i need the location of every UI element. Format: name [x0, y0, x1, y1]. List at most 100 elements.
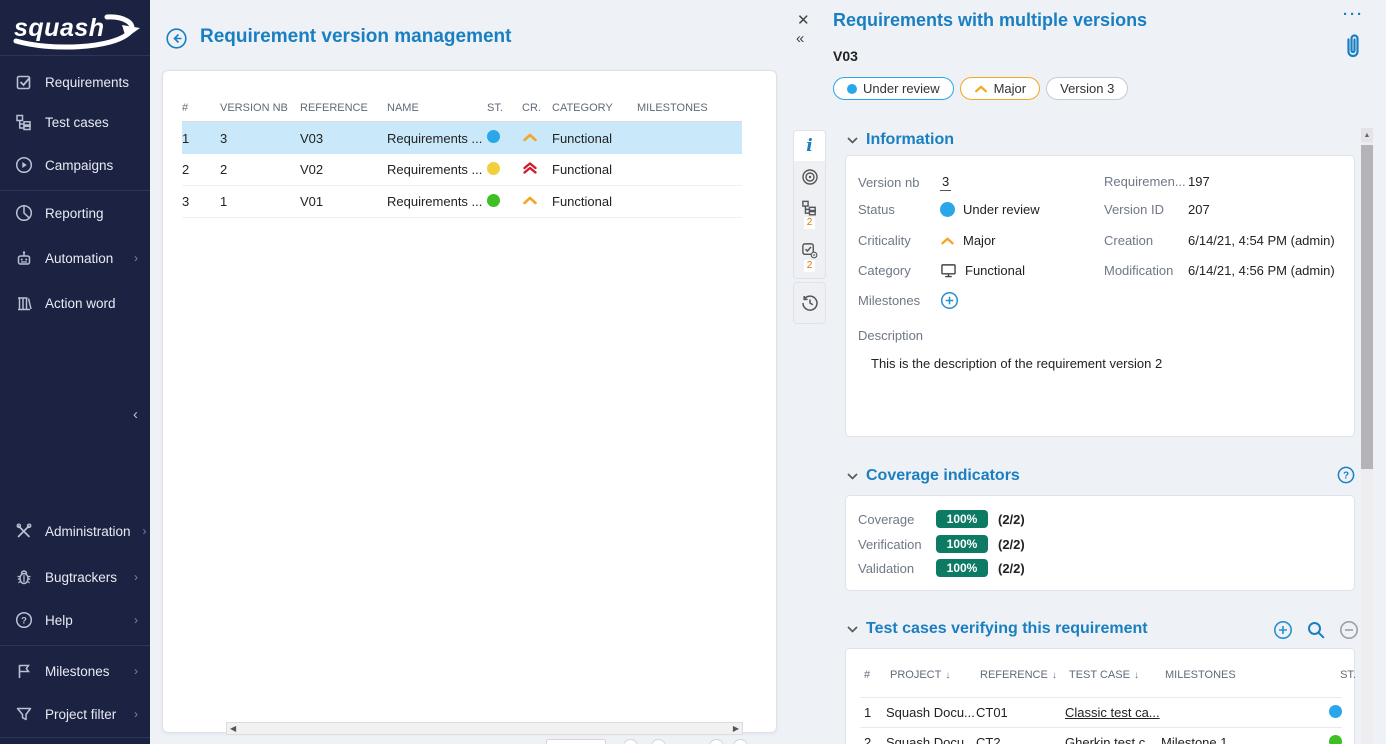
pie-chart-icon — [15, 204, 33, 222]
col-version-nb[interactable]: VERSION NB — [220, 102, 300, 114]
search-icon[interactable] — [1306, 620, 1326, 640]
sidebar-collapse-icon[interactable]: ‹ — [129, 404, 142, 425]
sidebar-item-milestones[interactable]: Milestones › — [0, 653, 150, 689]
field-category: Category Functional — [858, 263, 1098, 278]
tab-linked-requirements[interactable]: 2 — [794, 192, 825, 235]
status-pill-label: Under review — [863, 81, 940, 96]
tab-information[interactable]: i — [794, 131, 825, 161]
more-menu-icon[interactable]: ··· — [1343, 6, 1364, 23]
coverage-section-header[interactable]: Coverage indicators — [847, 467, 1020, 485]
section-title: Information — [866, 131, 954, 149]
col-name[interactable]: NAME — [387, 102, 487, 114]
test-cases-section-header[interactable]: Test cases verifying this requirement — [847, 620, 1148, 638]
sidebar-item-automation[interactable]: Automation › — [0, 240, 150, 276]
pagination-first-button[interactable] — [623, 739, 638, 744]
col-status[interactable]: ST. — [1334, 669, 1356, 681]
tab-verifying-test-cases[interactable]: 2 — [794, 235, 825, 278]
scroll-up-icon[interactable]: ▲ — [1361, 128, 1373, 142]
test-case-link[interactable]: Classic test ca... — [1065, 705, 1160, 720]
criticality-value[interactable]: Major — [940, 233, 996, 248]
description-text[interactable]: This is the description of the requireme… — [871, 356, 1162, 371]
table-row[interactable]: 1 Squash Docu... CT01 Classic test ca... — [860, 697, 1342, 727]
field-label: Milestones — [858, 293, 940, 308]
version-nb-value[interactable]: 3 — [940, 174, 951, 191]
coverage-percent-badge: 100% — [936, 535, 988, 553]
play-circle-icon — [15, 156, 33, 174]
col-criticality[interactable]: CR. — [522, 102, 552, 114]
col-category[interactable]: CATEGORY — [552, 102, 637, 114]
flag-icon — [15, 662, 33, 680]
help-circle-icon: ? — [15, 611, 33, 629]
table-row[interactable]: 3 1 V01 Requirements ... Functional — [182, 186, 742, 218]
sidebar-item-help[interactable]: ? Help › — [0, 602, 150, 638]
cell-name: Requirements ... — [387, 162, 487, 177]
tab-history[interactable] — [793, 282, 826, 324]
attachment-paperclip-icon[interactable] — [1342, 32, 1364, 60]
history-icon — [801, 294, 819, 312]
sidebar-item-label: Project filter — [45, 707, 116, 722]
status-dot-under-review — [487, 130, 522, 146]
version-id-value: 207 — [1188, 202, 1210, 217]
sidebar-item-bugtrackers[interactable]: Bugtrackers › — [0, 559, 150, 595]
pagination-last-button[interactable] — [733, 739, 748, 744]
sidebar-item-campaigns[interactable]: Campaigns — [0, 147, 150, 183]
col-num[interactable]: # — [182, 102, 220, 114]
coverage-percent-badge: 100% — [936, 510, 988, 528]
field-version-nb: Version nb 3 — [858, 174, 1098, 191]
table-row[interactable]: 2 Squash Docu... CT2 Gherkin test c... M… — [860, 727, 1342, 744]
status-dot — [940, 202, 955, 217]
scrollbar-thumb[interactable] — [1361, 145, 1373, 469]
test-case-link[interactable]: Gherkin test c... — [1065, 735, 1156, 744]
monitor-icon — [940, 263, 957, 278]
add-test-case-icon[interactable] — [1273, 620, 1293, 640]
version-pill-label: Version 3 — [1060, 81, 1114, 96]
pagination-next-button[interactable] — [709, 739, 724, 744]
status-value[interactable]: Under review — [940, 202, 1040, 217]
test-cases-toolbar — [1273, 620, 1359, 640]
col-num[interactable]: # — [846, 669, 890, 681]
remove-test-case-icon[interactable] — [1339, 620, 1359, 640]
cell-category: Functional — [552, 162, 637, 177]
sidebar-item-project-filter[interactable]: Project filter › — [0, 696, 150, 732]
version-pill[interactable]: Version 3 — [1046, 77, 1128, 100]
sidebar-item-action-word[interactable]: Action word — [0, 285, 150, 321]
tools-icon — [15, 522, 33, 540]
col-milestones[interactable]: MILESTONES — [637, 102, 742, 114]
squash-logo[interactable]: squash — [10, 8, 142, 50]
close-icon[interactable]: ✕ — [797, 11, 810, 29]
tab-count-badge: 2 — [804, 260, 816, 272]
scroll-right-icon[interactable]: ▶ — [733, 724, 739, 733]
sidebar-item-label: Help — [45, 613, 73, 628]
field-label: Requiremen... — [1104, 174, 1188, 189]
cell-version-nb: 2 — [220, 162, 300, 177]
table-row[interactable]: 2 2 V02 Requirements ... Functional — [182, 154, 742, 186]
col-project[interactable]: PROJECT↓ — [890, 669, 980, 681]
sidebar-item-reporting[interactable]: Reporting — [0, 195, 150, 231]
col-reference[interactable]: REFERENCE↓ — [980, 669, 1069, 681]
table-row[interactable]: 1 3 V03 Requirements ... Functional — [182, 122, 742, 154]
vertical-scrollbar[interactable]: ▲ — [1361, 128, 1373, 744]
plus-circle-icon[interactable] — [940, 291, 959, 310]
col-test-case[interactable]: TEST CASE↓ — [1069, 669, 1165, 681]
information-section-header[interactable]: Information — [847, 131, 954, 149]
field-label: Modification — [1104, 263, 1188, 278]
horizontal-scrollbar[interactable]: ◀ ▶ — [226, 722, 743, 735]
scroll-left-icon[interactable]: ◀ — [230, 724, 236, 733]
section-title: Coverage indicators — [866, 467, 1020, 485]
col-status[interactable]: ST. — [487, 102, 522, 114]
help-circle-icon[interactable]: ? — [1337, 466, 1355, 484]
col-milestones[interactable]: MILESTONES — [1165, 669, 1334, 681]
sidebar-item-administration[interactable]: Administration › — [0, 513, 150, 549]
category-value[interactable]: Functional — [940, 263, 1025, 278]
modification-value: 6/14/21, 4:56 PM (admin) — [1188, 263, 1335, 278]
pagination-prev-button[interactable] — [651, 739, 666, 744]
double-chevron-left-icon[interactable]: « — [796, 30, 804, 47]
status-pill[interactable]: Under review — [833, 77, 954, 100]
sidebar-item-requirements[interactable]: Requirements — [0, 64, 150, 100]
back-button[interactable] — [166, 28, 187, 49]
tab-coverage[interactable] — [794, 161, 825, 192]
criticality-pill[interactable]: Major — [960, 77, 1041, 100]
sidebar-item-test-cases[interactable]: Test cases — [0, 104, 150, 140]
col-reference[interactable]: REFERENCE — [300, 102, 387, 114]
page-size-select[interactable] — [546, 739, 606, 744]
